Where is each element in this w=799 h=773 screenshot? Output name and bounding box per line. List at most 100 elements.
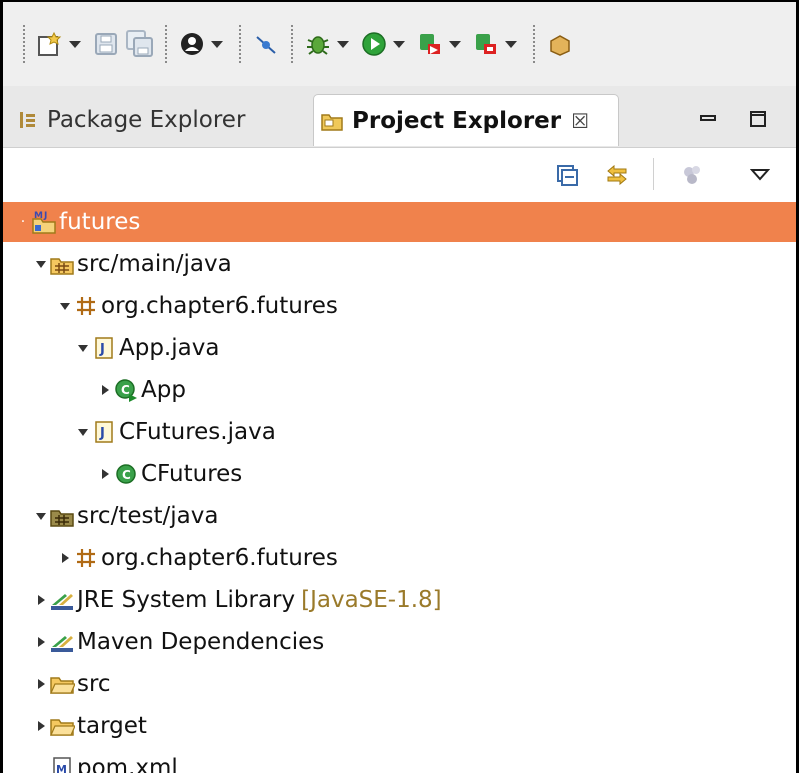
expanded-arrow-icon[interactable] <box>77 338 89 358</box>
minimize-icon[interactable] <box>691 102 725 136</box>
tree-item-app-class[interactable]: C App <box>3 370 796 410</box>
library-icon <box>49 587 75 613</box>
tree-item-label: org.chapter6.futures <box>101 293 338 319</box>
tab-label: Package Explorer <box>47 107 246 133</box>
folder-icon <box>49 713 75 739</box>
tree-item-target-folder[interactable]: target <box>3 706 796 746</box>
package-icon <box>73 293 99 319</box>
maven-pom-icon: M <box>49 755 75 773</box>
view-toolbar-separator <box>653 158 654 190</box>
close-tab-icon[interactable]: ☒ <box>571 109 589 133</box>
maximize-icon[interactable] <box>741 102 775 136</box>
tab-label: Project Explorer <box>352 107 562 134</box>
user-profile-icon[interactable] <box>175 27 209 61</box>
tree-item-futures[interactable]: · MJ futures <box>3 202 796 242</box>
jre-version-decoration: [JavaSE-1.8] <box>301 587 442 613</box>
java-file-icon: J <box>91 335 117 361</box>
tree-item-cfutures-java[interactable]: J CFutures.java <box>3 412 796 452</box>
tree-item-maven-dependencies[interactable]: Maven Dependencies <box>3 622 796 662</box>
toolbar-separator <box>291 25 293 63</box>
toolbar-separator <box>533 25 535 63</box>
tree-item-label: App <box>141 377 186 403</box>
tab-package-explorer[interactable]: Package Explorer <box>17 94 245 146</box>
svg-text:C: C <box>121 383 130 397</box>
tree-item-label: futures <box>59 209 141 235</box>
svg-text:C: C <box>122 468 131 482</box>
tree-dot: · <box>20 214 26 230</box>
profile-dropdown-arrow[interactable] <box>209 27 225 61</box>
collapsed-arrow-icon[interactable] <box>59 548 71 568</box>
working-sets-icon[interactable] <box>676 158 710 192</box>
expanded-arrow-icon[interactable] <box>59 296 71 316</box>
view-toolbar <box>3 148 796 202</box>
eclipse-window: Package Explorer Project Explorer ☒ · M … <box>0 0 799 773</box>
tree-item-cfutures-class[interactable]: C CFutures <box>3 454 796 494</box>
collapsed-arrow-icon[interactable] <box>35 632 47 652</box>
tree-item-label: CFutures <box>141 461 243 487</box>
tree-item-label: src/test/java <box>77 503 219 529</box>
collapsed-arrow-icon[interactable] <box>35 590 47 610</box>
external-tools-dropdown-arrow[interactable] <box>503 27 519 61</box>
run-icon[interactable] <box>357 27 391 61</box>
tree-item-src-main-java[interactable]: src/main/java <box>3 244 796 284</box>
new-dropdown-arrow[interactable] <box>67 27 83 61</box>
expanded-arrow-icon[interactable] <box>77 422 89 442</box>
save-icon[interactable] <box>89 27 123 61</box>
svg-text:J: J <box>99 342 105 357</box>
expanded-arrow-icon[interactable] <box>35 506 47 526</box>
external-tools-icon[interactable] <box>469 27 503 61</box>
source-folder-icon <box>49 503 75 529</box>
view-menu-icon[interactable] <box>743 158 777 192</box>
tree-item-label: CFutures.java <box>119 419 276 445</box>
new-wizard-icon[interactable] <box>33 27 67 61</box>
runnable-class-icon: C <box>113 377 139 403</box>
svg-text:J: J <box>99 426 105 441</box>
coverage-dropdown-arrow[interactable] <box>447 27 463 61</box>
collapsed-arrow-icon[interactable] <box>99 464 111 484</box>
tree-item-src-test-java[interactable]: src/test/java <box>3 496 796 536</box>
save-all-icon[interactable] <box>123 27 157 61</box>
package-icon <box>73 545 99 571</box>
java-file-icon: J <box>91 419 117 445</box>
collapsed-arrow-icon[interactable] <box>35 674 47 694</box>
main-toolbar <box>3 2 796 86</box>
project-explorer-icon <box>320 110 344 132</box>
view-tab-bar: Package Explorer Project Explorer ☒ <box>3 86 796 148</box>
folder-icon <box>49 671 75 697</box>
tree-item-jre-library[interactable]: JRE System Library [JavaSE-1.8] <box>3 580 796 620</box>
package-explorer-icon <box>17 109 39 131</box>
debug-dropdown-arrow[interactable] <box>335 27 351 61</box>
collapse-all-icon[interactable] <box>550 158 584 192</box>
tree-item-pom-xml[interactable]: M pom.xml <box>3 748 796 773</box>
tree-item-label: src/main/java <box>77 251 232 277</box>
tree-item-label: pom.xml <box>77 755 178 773</box>
tree-item-package-test[interactable]: org.chapter6.futures <box>3 538 796 578</box>
svg-text:J: J <box>43 211 47 221</box>
expanded-arrow-icon[interactable] <box>35 254 47 274</box>
maven-project-icon: MJ <box>31 209 57 235</box>
tree-item-label: JRE System Library <box>77 587 296 613</box>
tree-item-label: src <box>77 671 111 697</box>
tree-item-package-main[interactable]: org.chapter6.futures <box>3 286 796 326</box>
skip-breakpoints-icon[interactable] <box>249 27 283 61</box>
tree-item-app-java[interactable]: J App.java <box>3 328 796 368</box>
coverage-icon[interactable] <box>413 27 447 61</box>
link-with-editor-icon[interactable] <box>600 158 634 192</box>
toolbar-separator <box>165 25 167 63</box>
library-icon <box>49 629 75 655</box>
toolbar-separator <box>239 25 241 63</box>
tree-item-label: App.java <box>119 335 220 361</box>
collapsed-arrow-icon[interactable] <box>99 380 111 400</box>
toolbar-separator <box>23 25 25 63</box>
collapsed-arrow-icon[interactable] <box>35 716 47 736</box>
tree-item-label: Maven Dependencies <box>77 629 325 655</box>
debug-icon[interactable] <box>301 27 335 61</box>
new-package-icon[interactable] <box>543 27 577 61</box>
tree-item-src-folder[interactable]: src <box>3 664 796 704</box>
source-folder-icon <box>49 251 75 277</box>
tree-item-label: target <box>77 713 147 739</box>
tab-project-explorer[interactable]: Project Explorer ☒ <box>313 94 619 146</box>
class-icon: C <box>113 461 139 487</box>
tree-item-label: org.chapter6.futures <box>101 545 338 571</box>
run-dropdown-arrow[interactable] <box>391 27 407 61</box>
